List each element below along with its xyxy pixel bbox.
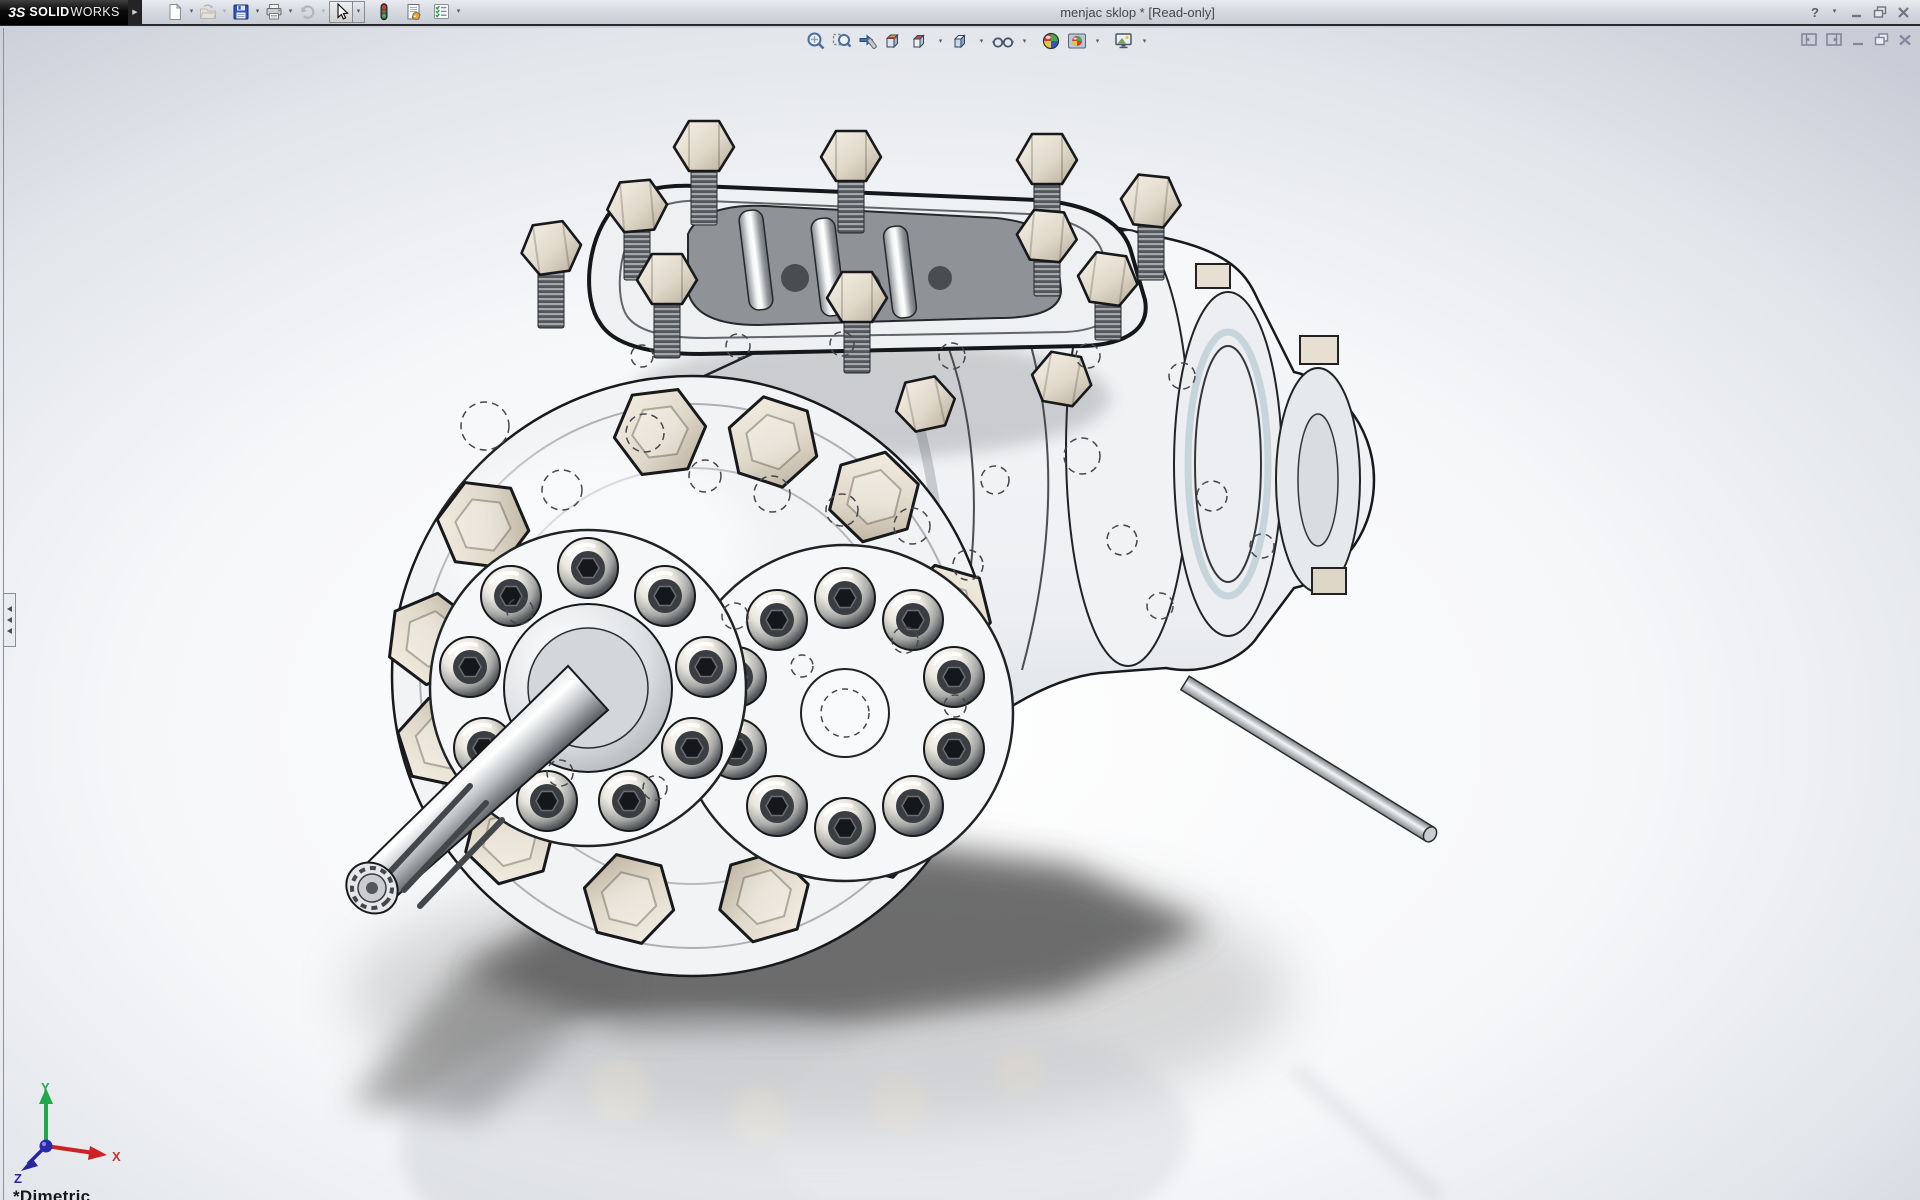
select-tool-caret[interactable]: ▾	[353, 1, 365, 23]
rebuild-icon	[375, 3, 393, 21]
edit-appearance-button[interactable]	[1041, 31, 1061, 51]
brand-name-light: WORKS	[71, 5, 120, 19]
view-settings-icon	[1114, 31, 1134, 51]
hide-show-items-icon	[992, 31, 1014, 51]
minimize-icon[interactable]	[1850, 7, 1863, 18]
undo-caret: ▾	[318, 1, 329, 23]
collapse-arrow-icon	[7, 617, 12, 623]
open-caret: ▾	[219, 1, 230, 23]
triad-y-label: Y	[41, 1080, 50, 1095]
select-tool-button[interactable]	[329, 1, 353, 23]
new-document-caret[interactable]: ▾	[186, 1, 197, 23]
save-icon	[232, 3, 250, 21]
brand-glyph: 3S	[8, 5, 25, 19]
undo-icon	[298, 3, 316, 21]
hide-show-items-caret[interactable]: ▾	[1020, 37, 1029, 45]
apply-scene-icon	[1067, 31, 1087, 51]
doc-minimize-icon[interactable]	[1851, 34, 1865, 46]
file-properties-button[interactable]	[403, 1, 425, 23]
view-orientation-icon	[910, 31, 930, 51]
zoom-to-area-button[interactable]	[832, 31, 852, 51]
collapse-arrow-icon	[7, 606, 12, 612]
triad-x-label: X	[112, 1149, 121, 1164]
hide-show-items-button[interactable]	[992, 31, 1014, 51]
view-orientation-button[interactable]	[910, 31, 930, 51]
edit-appearance-icon	[1041, 31, 1061, 51]
window-titlebar: 3S SOLID WORKS ▶ ▾ ▾	[0, 0, 1920, 26]
view-settings-button[interactable]	[1114, 31, 1134, 51]
feature-panel-collapse-tab[interactable]	[3, 593, 16, 647]
save-caret[interactable]: ▾	[252, 1, 263, 23]
open-icon	[199, 3, 217, 21]
help-caret[interactable]: ▾	[1829, 1, 1840, 23]
solidworks-window: 3S SOLID WORKS ▶ ▾ ▾	[0, 0, 1920, 1200]
apply-scene-caret[interactable]: ▾	[1093, 37, 1102, 45]
view-orientation-caret[interactable]: ▾	[936, 37, 945, 45]
graphics-area: ▾ ▾ ▾	[0, 28, 1920, 1200]
zoom-to-fit-button[interactable]	[806, 31, 826, 51]
previous-view-icon	[858, 31, 878, 51]
brand-name-bold: SOLID	[29, 5, 69, 19]
split-pane-right-icon[interactable]	[1826, 33, 1842, 46]
rebuild-button[interactable]	[373, 1, 395, 23]
headsup-view-toolbar: ▾ ▾ ▾	[806, 31, 1149, 51]
open-button[interactable]	[197, 1, 219, 23]
section-view-button[interactable]	[884, 31, 904, 51]
close-icon[interactable]	[1897, 7, 1910, 18]
file-properties-icon	[405, 3, 423, 21]
options-icon	[433, 3, 451, 21]
solidworks-logo: 3S SOLID WORKS	[0, 0, 128, 25]
reference-triad: Y X Z	[12, 1080, 128, 1184]
zoom-to-fit-icon	[806, 31, 826, 51]
apply-scene-button[interactable]	[1067, 31, 1087, 51]
view-orientation-label: *Dimetric	[13, 1187, 90, 1200]
help-button[interactable]: ?	[1811, 5, 1819, 20]
previous-view-button[interactable]	[858, 31, 878, 51]
main-toolbar: ▾ ▾ ▾	[164, 1, 464, 23]
select-icon	[332, 3, 350, 21]
save-button[interactable]	[230, 1, 252, 23]
print-icon	[265, 3, 283, 21]
display-style-icon	[951, 31, 971, 51]
zoom-to-area-icon	[832, 31, 852, 51]
options-button[interactable]	[431, 1, 453, 23]
display-style-caret[interactable]: ▾	[977, 37, 986, 45]
doc-close-icon[interactable]	[1898, 34, 1912, 46]
menu-expand-button[interactable]: ▶	[128, 0, 142, 25]
display-style-button[interactable]	[951, 31, 971, 51]
print-caret[interactable]: ▾	[285, 1, 296, 23]
document-window-controls	[1801, 33, 1912, 46]
split-pane-left-icon[interactable]	[1801, 33, 1817, 46]
options-caret[interactable]: ▾	[453, 1, 464, 23]
print-button[interactable]	[263, 1, 285, 23]
collapse-arrow-icon	[7, 628, 12, 634]
gearbox-3d-model[interactable]	[0, 28, 1920, 1200]
doc-restore-icon[interactable]	[1874, 33, 1889, 46]
new-document-icon	[166, 3, 184, 21]
new-document-button[interactable]	[164, 1, 186, 23]
undo-button	[296, 1, 318, 23]
section-view-icon	[884, 31, 904, 51]
window-title: menjac sklop * [Read-only]	[464, 5, 1811, 20]
view-settings-caret[interactable]: ▾	[1140, 37, 1149, 45]
restore-icon[interactable]	[1873, 6, 1887, 18]
window-controls: ? ▾	[1811, 1, 1920, 23]
triad-z-label: Z	[14, 1171, 22, 1184]
